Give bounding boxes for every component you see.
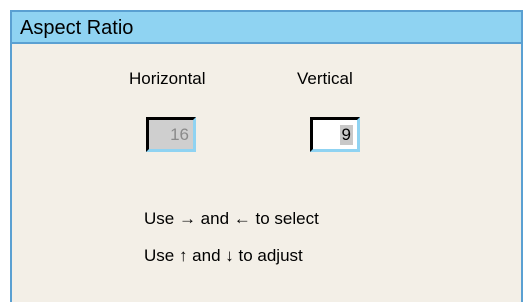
hint-adjust: Use ↑ and ↓ to adjust	[144, 246, 303, 265]
dialog-title: Aspect Ratio	[20, 17, 134, 39]
horizontal-label: Horizontal	[129, 69, 206, 88]
title-bar: Aspect Ratio	[12, 12, 521, 44]
hint-select: Use → and ← to select	[144, 209, 319, 228]
vertical-ratio-value: 9	[339, 125, 353, 145]
vertical-ratio-field[interactable]: 9	[310, 117, 360, 152]
vertical-label: Vertical	[297, 69, 353, 88]
horizontal-ratio-field[interactable]: 16	[146, 117, 196, 152]
horizontal-ratio-value: 16	[170, 125, 189, 144]
aspect-ratio-dialog: Aspect Ratio Horizontal Vertical 16 9 Us…	[10, 10, 523, 302]
